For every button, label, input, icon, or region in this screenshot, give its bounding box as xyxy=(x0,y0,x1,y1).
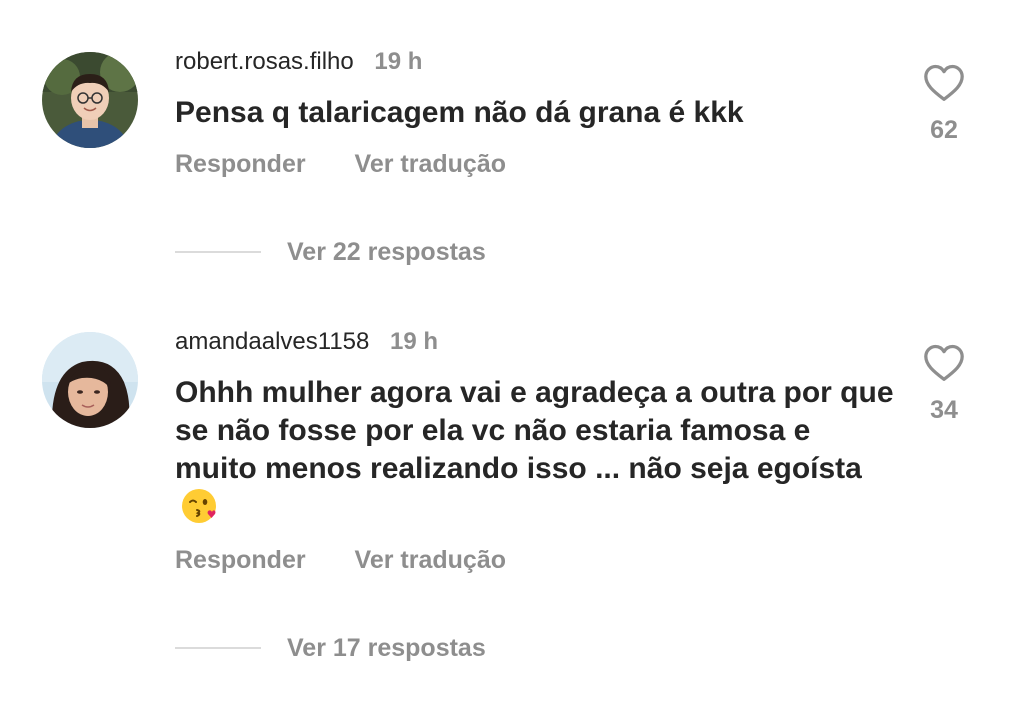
heart-outline-icon[interactable] xyxy=(922,342,966,382)
avatar[interactable] xyxy=(42,332,138,428)
comment-meta: robert.rosas.filho 19 h xyxy=(175,46,422,78)
comment-actions: Responder Ver tradução xyxy=(175,148,506,180)
timestamp: 19 h xyxy=(390,328,439,355)
like-count: 34 xyxy=(930,396,958,424)
username[interactable]: robert.rosas.filho xyxy=(175,48,354,75)
comment-actions: Responder Ver tradução xyxy=(175,544,506,576)
like-area: 34 xyxy=(918,342,970,425)
comment-text: Ohhh mulher agora vai e agradeça a outra… xyxy=(175,374,895,528)
view-replies-button[interactable]: Ver 22 respostas xyxy=(175,236,486,268)
view-replies-label: Ver 22 respostas xyxy=(287,237,486,266)
kissing-wink-emoji xyxy=(182,489,216,523)
view-replies-label: Ver 17 respostas xyxy=(287,633,486,662)
avatar-image xyxy=(42,52,138,148)
timestamp: 19 h xyxy=(374,48,423,75)
heart-outline-icon[interactable] xyxy=(922,62,966,102)
replies-divider xyxy=(175,647,261,649)
avatar-image xyxy=(42,332,138,428)
translate-button[interactable]: Ver tradução xyxy=(355,150,506,178)
like-count: 62 xyxy=(930,116,958,144)
reply-button[interactable]: Responder xyxy=(175,150,306,178)
comment-text-content: Ohhh mulher agora vai e agradeça a outra… xyxy=(175,376,894,485)
comment-text: Pensa q talaricagem não dá grana é kkk xyxy=(175,96,744,129)
avatar[interactable] xyxy=(42,52,138,148)
translate-button[interactable]: Ver tradução xyxy=(355,546,506,574)
username[interactable]: amandaalves1158 xyxy=(175,328,369,355)
reply-button[interactable]: Responder xyxy=(175,546,306,574)
replies-divider xyxy=(175,251,261,253)
like-area: 62 xyxy=(918,62,970,145)
comment-meta: amandaalves1158 19 h xyxy=(175,326,438,358)
view-replies-button[interactable]: Ver 17 respostas xyxy=(175,632,486,664)
